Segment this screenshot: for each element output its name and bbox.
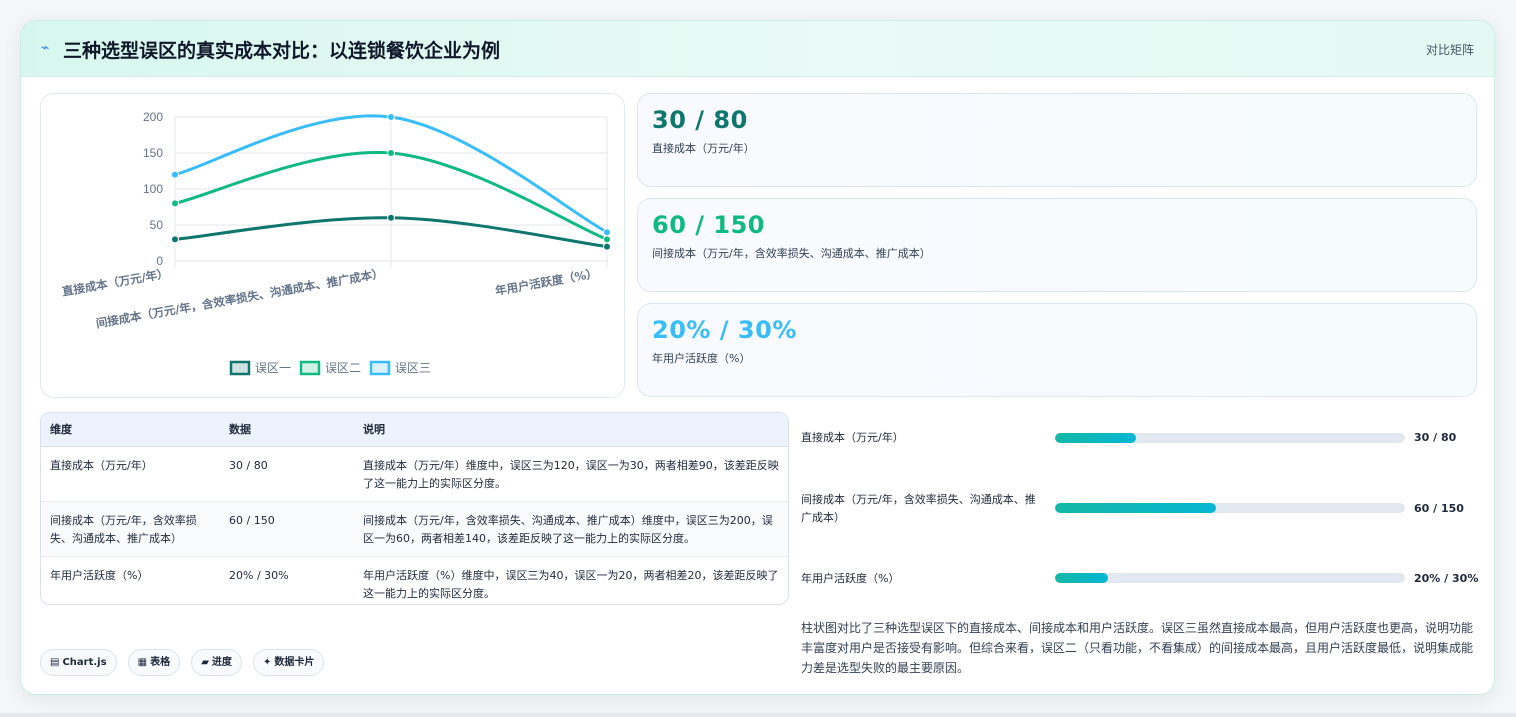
stat-value: 20% / 30% xyxy=(652,316,797,344)
stat-card-indirect-cost: 60 / 150 间接成本（万元/年，含效率损失、沟通成本、推广成本） xyxy=(637,198,1477,292)
data-point xyxy=(603,242,611,251)
table-cell-note: 直接成本（万元/年）维度中，误区三为120，误区一为30，两者相差90，该差距反… xyxy=(354,446,788,502)
data-point xyxy=(171,199,179,208)
line-chart: 050100150200直接成本（万元/年）间接成本（万元/年，含效率损失、沟通… xyxy=(61,110,611,376)
y-tick-label: 100 xyxy=(143,182,163,196)
lightning-icon: ⌁ xyxy=(41,40,50,56)
card-header: ⌁ 三种选型误区的真实成本对比：以连锁餐饮企业为例 对比矩阵 xyxy=(21,21,1494,77)
table-cell-note: 年用户活跃度（%）维度中，误区三为40，误区一为20，两者相差20，该差距反映了… xyxy=(363,568,779,600)
column-header: 维度 xyxy=(41,413,220,447)
data-point xyxy=(387,113,395,121)
table-icon: ▦ xyxy=(137,657,148,668)
chip-table[interactable]: ▦ 表格 xyxy=(127,649,181,676)
view-mode-label[interactable]: 对比矩阵 xyxy=(1426,41,1474,58)
y-tick-label: 0 xyxy=(156,254,163,268)
data-point xyxy=(387,213,395,222)
table-cell-note: 间接成本（万元/年，含效率损失、沟通成本、推广成本）维度中，误区三为200，误区… xyxy=(354,501,788,557)
chip-label: 表格 xyxy=(150,657,171,668)
stat-value: 60 / 150 xyxy=(652,211,765,239)
legend-swatch xyxy=(369,360,391,376)
sparkle-icon: ✦ xyxy=(263,657,272,668)
stat-card-direct-cost: 30 / 80 直接成本（万元/年） xyxy=(637,93,1477,187)
progress-label: 直接成本（万元/年） xyxy=(801,431,904,444)
main-card: ⌁ 三种选型误区的真实成本对比：以连锁餐饮企业为例 对比矩阵 0 50 100 150… xyxy=(20,20,1495,695)
y-tick-label: 150 xyxy=(143,146,163,160)
chip-label: 进度 xyxy=(211,657,232,668)
table-row: 直接成本（万元/年） 30 / 80 直接成本（万元/年）维度中，误区三为120… xyxy=(41,446,788,502)
y-tick-label: 200 xyxy=(143,110,163,124)
progress-label: 年用户活跃度（%） xyxy=(801,572,900,585)
stat-value: 30 / 80 xyxy=(652,106,748,134)
x-tick-label: 直接成本（万元/年） xyxy=(61,266,169,298)
y-tick-label: 50 xyxy=(150,218,164,232)
table-header-row: 维度 数据 说明 xyxy=(41,413,788,447)
data-point xyxy=(171,235,179,244)
x-tick-label: 年用户活跃度（%） xyxy=(494,266,598,298)
chart-icon: ▤ xyxy=(50,657,60,668)
line-chart-panel: 0 50 100 150 200 直接成本（万元/年） 间接成本（万元/年，含效率损失、沟通… xyxy=(40,93,625,398)
progress-fill xyxy=(1055,573,1108,583)
chip-label: Chart.js xyxy=(62,657,107,668)
stat-label: 直接成本（万元/年） xyxy=(652,142,755,155)
table-row: 年用户活跃度（%） 20% / 30% 年用户活跃度（%）维度中，误区三为40，… xyxy=(41,556,788,604)
stat-label: 年用户活跃度（%） xyxy=(652,352,751,365)
table-cell-data: 20% / 30% xyxy=(229,568,289,582)
bottom-divider xyxy=(0,713,1516,717)
progress-track xyxy=(1055,573,1405,583)
chip-label: 数据卡片 xyxy=(274,657,315,668)
progress-icon: ▰ xyxy=(201,657,209,668)
chip-progress[interactable]: ▰ 进度 xyxy=(191,649,242,676)
chip-data-card[interactable]: ✦ 数据卡片 xyxy=(253,649,325,676)
data-point xyxy=(387,149,395,157)
table-cell-data: 60 / 150 xyxy=(220,501,354,557)
table-cell-dimension: 年用户活跃度（%） xyxy=(50,568,149,582)
table-cell-data: 30 / 80 xyxy=(220,446,354,502)
summary-text: 柱状图对比了三种选型误区下的直接成本、间接成本和用户活跃度。误区三虽然直接成本最… xyxy=(801,621,1474,675)
legend-swatch xyxy=(229,360,251,376)
stat-card-user-activity: 20% / 30% 年用户活跃度（%） xyxy=(637,303,1477,397)
table-row: 间接成本（万元/年，含效率损失、沟通成本、推广成本） 60 / 150 间接成本… xyxy=(41,501,788,557)
table-cell-dimension: 间接成本（万元/年，含效率损失、沟通成本、推广成本） xyxy=(41,501,220,557)
stat-label: 间接成本（万元/年，含效率损失、沟通成本、推广成本） xyxy=(652,247,931,260)
progress-value: 60 / 150 xyxy=(1414,502,1464,515)
legend-swatch xyxy=(299,360,321,376)
chip-chartjs[interactable]: ▤ Chart.js xyxy=(40,649,117,676)
column-header: 说明 xyxy=(354,413,788,447)
progress-track xyxy=(1055,503,1405,513)
page-title: 三种选型误区的真实成本对比：以连锁餐饮企业为例 xyxy=(63,40,501,62)
legend-label: 误区三 xyxy=(395,361,431,375)
progress-value: 20% / 30% xyxy=(1414,572,1479,585)
table-cell-dimension: 直接成本（万元/年） xyxy=(41,446,220,502)
legend-label: 误区二 xyxy=(325,361,361,375)
progress-fill xyxy=(1055,503,1216,513)
progress-fill xyxy=(1055,433,1136,443)
data-point xyxy=(603,228,611,237)
progress-value: 30 / 80 xyxy=(1414,431,1457,444)
column-header: 数据 xyxy=(220,413,354,447)
data-point xyxy=(603,235,611,244)
tech-tags: ▤ Chart.js ▦ 表格 ▰ 进度 ✦ 数据卡片 xyxy=(40,649,330,676)
legend-label: 误区一 xyxy=(255,361,291,375)
comparison-table: 维度 数据 说明 直接成本（万元/年） 30 / 80 直接成本（万元/年）维度… xyxy=(40,412,789,605)
progress-label: 间接成本（万元/年，含效率损失、沟通成本、推广成本） xyxy=(801,493,1036,524)
progress-track xyxy=(1055,433,1405,443)
data-point xyxy=(171,170,179,179)
